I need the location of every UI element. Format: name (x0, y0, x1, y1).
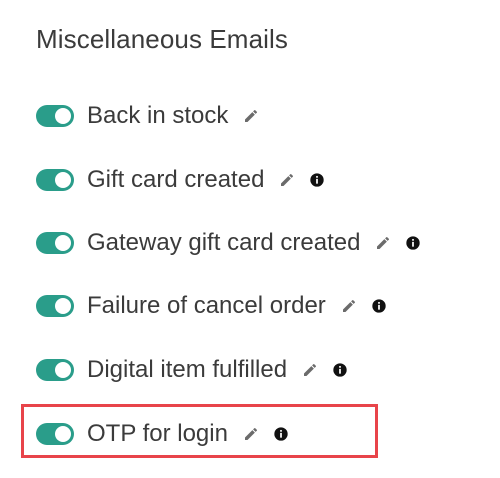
email-label: Back in stock (87, 102, 229, 129)
toggle-knob (55, 172, 71, 188)
email-label: Failure of cancel order (87, 292, 326, 319)
section-title: Miscellaneous Emails (36, 24, 288, 54)
pencil-icon[interactable] (373, 233, 393, 253)
toggle-knob (55, 362, 71, 378)
toggle-switch[interactable] (36, 105, 74, 127)
info-icon[interactable] (403, 233, 423, 253)
email-row-gift-card-created: Gift card created (36, 163, 327, 197)
info-icon[interactable] (330, 360, 350, 380)
pencil-icon[interactable] (300, 360, 320, 380)
toggle-switch[interactable] (36, 232, 74, 254)
email-label: OTP for login (87, 420, 228, 447)
toggle-knob (55, 426, 71, 442)
email-row-digital-item-fulfilled: Digital item fulfilled (36, 353, 350, 387)
email-row-failure-of-cancel-order: Failure of cancel order (36, 289, 389, 323)
pencil-icon[interactable] (277, 170, 297, 190)
email-label: Digital item fulfilled (87, 356, 288, 383)
email-row-otp-for-login: OTP for login (36, 417, 291, 451)
email-label: Gateway gift card created (87, 229, 361, 256)
email-row-gateway-gift-card-created: Gateway gift card created (36, 226, 423, 260)
email-row-back-in-stock: Back in stock (36, 99, 261, 133)
toggle-switch[interactable] (36, 359, 74, 381)
toggle-switch[interactable] (36, 169, 74, 191)
info-icon[interactable] (271, 424, 291, 444)
toggle-switch[interactable] (36, 295, 74, 317)
info-icon[interactable] (369, 296, 389, 316)
toggle-knob (55, 235, 71, 251)
pencil-icon[interactable] (241, 424, 261, 444)
email-label: Gift card created (87, 166, 265, 193)
pencil-icon[interactable] (241, 106, 261, 126)
toggle-switch[interactable] (36, 423, 74, 445)
toggle-knob (55, 108, 71, 124)
pencil-icon[interactable] (339, 296, 359, 316)
info-icon[interactable] (307, 170, 327, 190)
toggle-knob (55, 298, 71, 314)
